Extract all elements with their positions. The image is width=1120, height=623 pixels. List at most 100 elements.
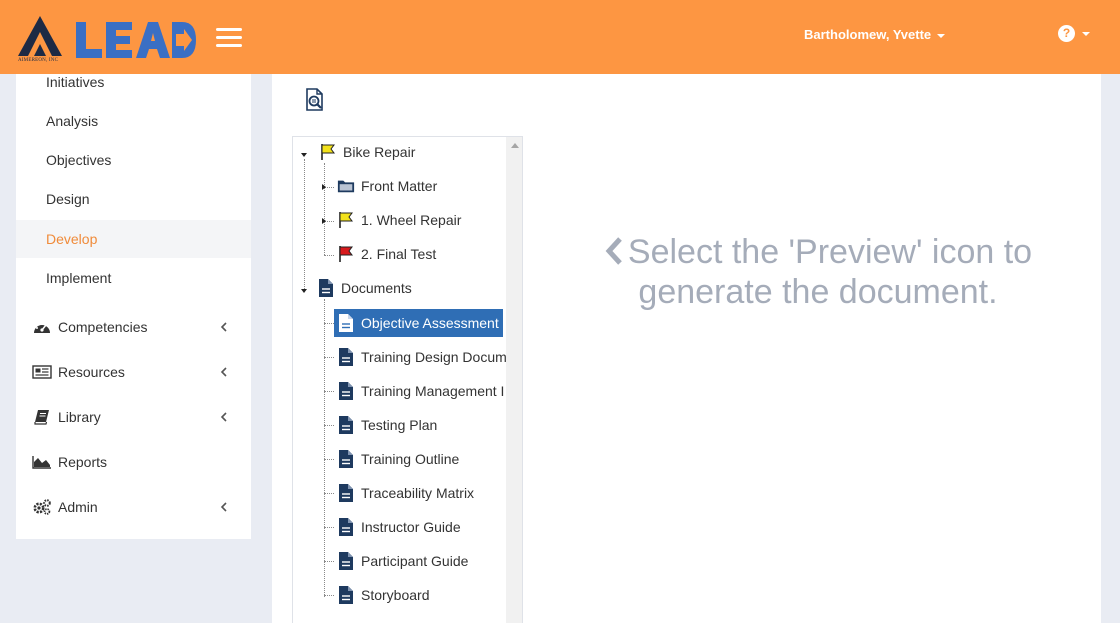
book-icon	[32, 409, 52, 425]
preview-instructions: Select the 'Preview' icon to generate th…	[568, 232, 1068, 312]
tree-node-label: Training Outline	[361, 451, 460, 467]
tree-node-label: Training Design Docum	[361, 349, 507, 365]
tree-node-label: Bike Repair	[343, 144, 416, 160]
tree-node-label: Objective Assessment	[361, 315, 499, 331]
yellow-flag-icon	[337, 210, 355, 230]
tree-node-final-test[interactable]: 2. Final Test	[337, 240, 436, 268]
sidebar-item-implement[interactable]: Implement	[16, 259, 251, 297]
tree-node-training-management[interactable]: Training Management I	[337, 377, 504, 405]
tree-node-label: Storyboard	[361, 587, 430, 603]
main-content: Bike Repair Front Matter 1. Wheel Repair…	[272, 74, 1101, 623]
tree-node-label: Front Matter	[361, 178, 438, 194]
collapse-toggle-icon[interactable]	[301, 153, 307, 157]
tree-node-label: Documents	[341, 280, 412, 296]
question-circle-icon: ?	[1058, 25, 1075, 42]
sidebar-item-label: Reports	[58, 454, 108, 470]
preview-instructions-line1: Select the 'Preview' icon to	[568, 232, 1068, 272]
sidebar-item-label: Admin	[58, 499, 98, 515]
sidebar-item-label: Competencies	[58, 319, 148, 335]
tree-connector	[324, 425, 334, 426]
sidebar-item-library[interactable]: Library	[16, 397, 251, 437]
sidebar-item-analysis[interactable]: Analysis	[16, 102, 251, 140]
tree-node-documents[interactable]: Documents	[317, 274, 412, 302]
caret-down-icon	[937, 33, 946, 38]
tree-node-testing-plan[interactable]: Testing Plan	[337, 411, 437, 439]
document-icon	[337, 585, 355, 605]
chevron-left-icon	[220, 367, 227, 377]
tree-node-participant-guide[interactable]: Participant Guide	[337, 547, 468, 575]
tree-connector	[324, 459, 334, 460]
tree-connector	[324, 299, 325, 597]
tree-node-bike-repair[interactable]: Bike Repair	[319, 138, 415, 166]
tree-node-instructor-guide[interactable]: Instructor Guide	[337, 513, 461, 541]
dashboard-icon	[32, 319, 52, 335]
tree-node-traceability-matrix[interactable]: Traceability Matrix	[337, 479, 474, 507]
tree-connector	[304, 159, 305, 289]
tree-node-objective-assessment[interactable]: Objective Assessment	[334, 309, 503, 337]
user-menu[interactable]: Bartholomew, Yvette	[804, 27, 946, 42]
tree-connector	[324, 527, 334, 528]
document-icon	[337, 313, 355, 333]
document-tree: Bike Repair Front Matter 1. Wheel Repair…	[292, 136, 523, 623]
tree-node-label: Testing Plan	[361, 417, 438, 433]
yellow-flag-icon	[319, 142, 337, 162]
tree-node-wheel-repair[interactable]: 1. Wheel Repair	[337, 206, 461, 234]
red-flag-icon	[337, 244, 355, 264]
caret-down-icon	[1082, 31, 1090, 36]
tree-connector	[324, 163, 325, 255]
hamburger-icon[interactable]	[216, 28, 242, 48]
preview-instructions-line2: generate the document.	[638, 273, 998, 311]
document-icon	[337, 415, 355, 435]
tree-connector	[324, 561, 334, 562]
cogs-icon	[32, 499, 52, 515]
tree-scrollbar[interactable]	[506, 137, 522, 623]
document-icon	[337, 381, 355, 401]
document-icon	[317, 278, 335, 298]
sidebar-item-label: Resources	[58, 364, 125, 380]
sidebar-item-initiatives[interactable]: Initiatives	[16, 63, 251, 101]
chevron-left-icon	[220, 412, 227, 422]
search-document-icon[interactable]	[304, 88, 326, 112]
tree-node-storyboard[interactable]: Storyboard	[337, 581, 429, 609]
tree-node-label: Instructor Guide	[361, 519, 461, 535]
chevron-left-icon	[220, 502, 227, 512]
collapse-toggle-icon[interactable]	[301, 289, 307, 293]
tree-node-label: Participant Guide	[361, 553, 469, 569]
scroll-up-arrow-icon[interactable]	[511, 143, 519, 148]
sidebar-item-label: Library	[58, 409, 101, 425]
expand-toggle-icon[interactable]	[322, 218, 326, 224]
tree-connector	[324, 255, 334, 256]
tree-node-label: Traceability Matrix	[361, 485, 475, 501]
tree-connector	[324, 357, 334, 358]
tree-node-training-design-document[interactable]: Training Design Docum	[337, 343, 507, 371]
sidebar: Initiatives Analysis Objectives Design D…	[16, 74, 251, 539]
tree-node-label: Training Management I	[361, 383, 505, 399]
tree-connector	[324, 493, 334, 494]
document-icon	[337, 517, 355, 537]
document-icon	[337, 449, 355, 469]
sidebar-item-resources[interactable]: Resources	[16, 352, 251, 392]
sidebar-item-objectives[interactable]: Objectives	[16, 141, 251, 179]
sidebar-item-reports[interactable]: Reports	[16, 442, 251, 482]
document-icon	[337, 551, 355, 571]
tree-node-training-outline[interactable]: Training Outline	[337, 445, 459, 473]
sidebar-item-design[interactable]: Design	[16, 180, 251, 218]
newspaper-icon	[32, 364, 52, 380]
chevron-left-icon	[605, 237, 622, 265]
user-name: Bartholomew, Yvette	[804, 27, 932, 42]
tree-node-front-matter[interactable]: Front Matter	[337, 172, 437, 200]
area-chart-icon	[32, 454, 52, 470]
expand-toggle-icon[interactable]	[322, 184, 326, 190]
tree-connector	[324, 595, 334, 596]
sidebar-item-develop[interactable]: Develop	[16, 220, 251, 258]
tree-connector	[324, 391, 334, 392]
sidebar-item-admin[interactable]: Admin	[16, 487, 251, 527]
tree-connector	[324, 323, 334, 324]
folder-icon	[337, 176, 355, 196]
document-icon	[337, 347, 355, 367]
tree-node-label: 1. Wheel Repair	[361, 212, 462, 228]
sidebar-item-competencies[interactable]: Competencies	[16, 307, 251, 347]
help-menu[interactable]: ?	[1058, 25, 1090, 42]
chevron-left-icon	[220, 322, 227, 332]
tree-node-label: 2. Final Test	[361, 246, 437, 262]
